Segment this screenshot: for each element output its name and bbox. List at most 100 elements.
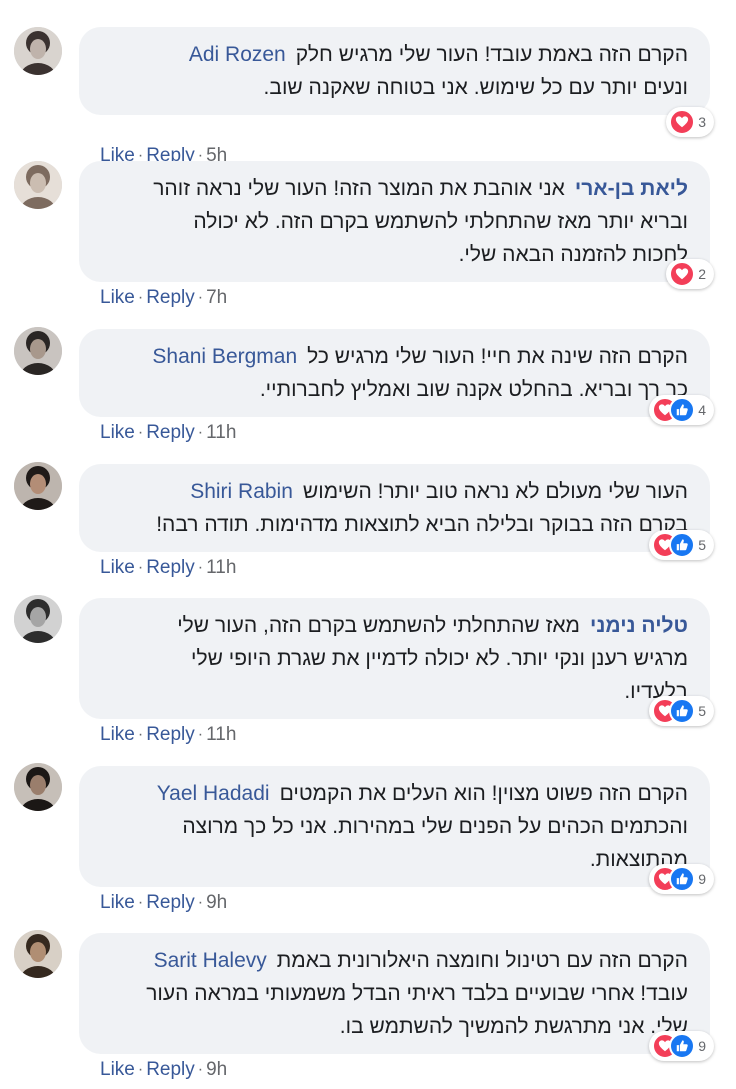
reactions-summary[interactable]: 5 [649,696,714,726]
avatar[interactable] [14,930,62,978]
reactions-summary[interactable]: 4 [649,395,714,425]
comment-author-link[interactable]: Shiri Rabin [190,480,293,503]
separator-dot: · [137,894,144,911]
comment-text-line: מהתוצאות. [95,843,688,876]
comment-author-link[interactable]: Sarit Halevy [154,949,267,972]
comment-timestamp[interactable]: 11h [206,422,236,444]
love-icon [669,261,696,287]
reply-button[interactable]: Reply [146,557,195,579]
comment-text: לחכות להזמנה הבאה שלי. [458,243,688,266]
avatar[interactable] [14,462,62,510]
reply-button[interactable]: Reply [146,287,195,309]
comment-bubble: ליאת בן-ארי אני אוהבת את המוצר הזה! העור … [79,161,710,282]
like-icon [669,866,696,892]
comment-text-line: שלי. אני מתרגשת להמשיך להשתמש בו. [95,1010,688,1043]
avatar[interactable] [14,595,62,643]
comment-actions: Like · Reply · 9h [100,892,227,914]
like-button[interactable]: Like [100,1059,135,1081]
comment-text-line: הקרם הזה שינה את חיי! העור שלי מרגיש כל S… [95,340,688,373]
comment-actions: Like · Reply · 11h [100,422,236,444]
comment-text: כך רך ובריא. בהחלט אקנה שוב ואמליץ לחברו… [259,378,688,401]
comment-text-line: ונעים יותר עם כל שימוש. אני בטוחה שאקנה … [95,71,688,104]
comment-timestamp[interactable]: 9h [206,1059,227,1081]
comment-text: מרגיש רענן ונקי יותר. לא יכולה לדמיין את… [191,647,688,670]
reaction-count: 3 [698,114,706,130]
comment-text-line: בקרם הזה בבוקר ובלילה הביא לתוצאות מדהימ… [95,508,688,541]
like-icon [669,532,696,558]
comment-timestamp[interactable]: 11h [206,724,236,746]
reactions-summary[interactable]: 3 [666,107,714,137]
separator-dot: · [197,289,204,306]
comment-text-line: עובד! אחרי שבועיים בלבד ראיתי הבדל משמעו… [95,977,688,1010]
reactions-summary[interactable]: 9 [649,864,714,894]
separator-dot: · [137,1061,144,1078]
reply-button[interactable]: Reply [146,892,195,914]
avatar[interactable] [14,27,62,75]
comment-actions: Like · Reply · 7h [100,287,227,309]
comment-text-line: טליה נימני מאז שהתחלתי להשתמש בקרם הזה, ה… [95,609,688,642]
comment-author-link[interactable]: Shani Bergman [152,345,297,368]
separator-dot: · [137,289,144,306]
comment-timestamp[interactable]: 9h [206,892,227,914]
reactions-summary[interactable]: 9 [649,1031,714,1061]
reaction-count: 5 [698,537,706,553]
like-button[interactable]: Like [100,892,135,914]
comment-text: שלי. אני מתרגשת להמשיך להשתמש בו. [339,1015,688,1038]
comment-author-link[interactable]: טליה נימני [590,614,688,637]
comment-bubble: העור שלי מעולם לא נראה טוב יותר! השימוש S… [79,464,710,552]
reactions-summary[interactable]: 5 [649,530,714,560]
comment-text-line: ליאת בן-ארי אני אוהבת את המוצר הזה! העור … [95,172,688,205]
comment-timestamp[interactable]: 7h [206,287,227,309]
reaction-count: 5 [698,703,706,719]
reply-button[interactable]: Reply [146,422,195,444]
like-icon [669,698,696,724]
reply-button[interactable]: Reply [146,1059,195,1081]
like-icon [669,397,696,423]
reaction-count: 2 [698,266,706,282]
comment-text-line: העור שלי מעולם לא נראה טוב יותר! השימוש S… [95,475,688,508]
comment-text: עובד! אחרי שבועיים בלבד ראיתי הבדל משמעו… [146,982,688,1005]
avatar[interactable] [14,327,62,375]
separator-dot: · [137,559,144,576]
love-icon [669,109,696,135]
comment-text-line: הקרם הזה באמת עובד! העור שלי מרגיש חלק Ad… [95,38,688,71]
comment-text: הקרם הזה שינה את חיי! העור שלי מרגיש כל [307,345,688,368]
reaction-count: 4 [698,402,706,418]
comment-text: מאז שהתחלתי להשתמש בקרם הזה, העור שלי [177,614,580,637]
comment-text: אני אוהבת את המוצר הזה! העור שלי נראה זו… [153,177,565,200]
like-button[interactable]: Like [100,422,135,444]
comment-bubble: הקרם הזה באמת עובד! העור שלי מרגיש חלק Ad… [79,27,710,115]
comment-text: בקרם הזה בבוקר ובלילה הביא לתוצאות מדהימ… [156,513,688,536]
comment-author-link[interactable]: Yael Hadadi [157,782,270,805]
separator-dot: · [197,894,204,911]
reply-button[interactable]: Reply [146,724,195,746]
like-button[interactable]: Like [100,724,135,746]
comment-text-line: לחכות להזמנה הבאה שלי. [95,238,688,271]
comment-text: העור שלי מעולם לא נראה טוב יותר! השימוש [302,480,688,503]
comment-author-link[interactable]: ליאת בן-ארי [575,177,688,200]
comment-text: ובריא יותר מאז שהתחלתי להשתמש בקרם הזה. … [193,210,688,233]
comment-text: הקרם הזה באמת עובד! העור שלי מרגיש חלק [295,43,688,66]
comment-text-line: והכתמים הכהים על הפנים שלי במהירות. אני … [95,810,688,843]
comment-actions: Like · Reply · 9h [100,1059,227,1081]
comment-text: והכתמים הכהים על הפנים שלי במהירות. אני … [182,815,688,838]
separator-dot: · [197,559,204,576]
like-button[interactable]: Like [100,557,135,579]
comment-bubble: הקרם הזה עם רטינול וחומצה היאלורונית באמ… [79,933,710,1054]
comment-text-line: בלעדיו. [95,675,688,708]
comment-author-link[interactable]: Adi Rozen [189,43,286,66]
comment-text-line: הקרם הזה עם רטינול וחומצה היאלורונית באמ… [95,944,688,977]
comment-timestamp[interactable]: 11h [206,557,236,579]
avatar[interactable] [14,763,62,811]
reactions-summary[interactable]: 2 [666,259,714,289]
separator-dot: · [197,1061,204,1078]
comment-text-line: ובריא יותר מאז שהתחלתי להשתמש בקרם הזה. … [95,205,688,238]
reaction-count: 9 [698,1038,706,1054]
separator-dot: · [197,424,204,441]
comment-text: הקרם הזה פשוט מצוין! הוא העלים את הקמטים [279,782,688,805]
reaction-count: 9 [698,871,706,887]
avatar[interactable] [14,161,62,209]
comment-text: הקרם הזה עם רטינול וחומצה היאלורונית באמ… [276,949,688,972]
separator-dot: · [197,726,204,743]
like-button[interactable]: Like [100,287,135,309]
